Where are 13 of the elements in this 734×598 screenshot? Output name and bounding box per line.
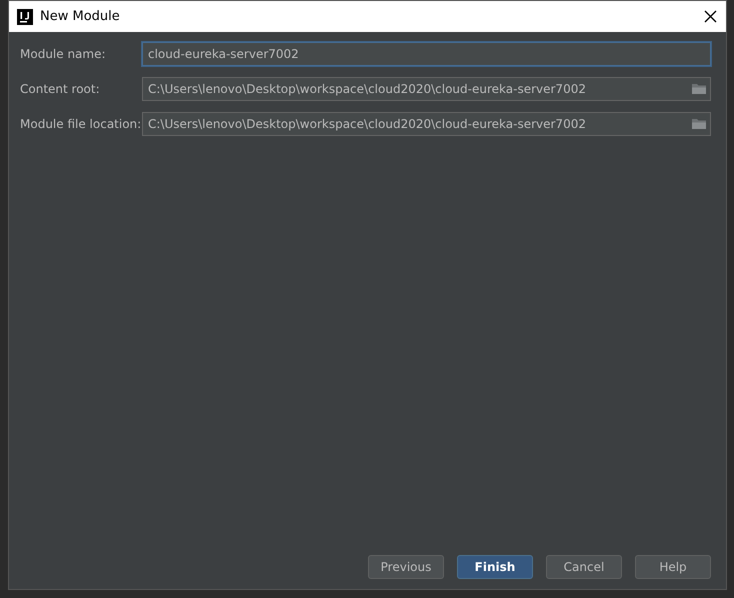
input-field[interactable]: cloud-eureka-server7002 [142,42,711,66]
input-field[interactable]: C:\Users\lenovo\Desktop\workspace\cloud2020\cloud-eureka-server7002 [142,77,711,101]
field-label: Content root: [20,82,101,96]
help-button[interactable]: Help [635,555,711,579]
field-label: Module name: [20,47,107,61]
window-title: New Module [40,9,121,24]
app-logo-icon [17,8,33,24]
input-field[interactable]: C:\Users\lenovo\Desktop\workspace\cloud2020\cloud-eureka-server7002 [142,112,711,136]
close-button[interactable] [702,8,718,24]
finish-button[interactable]: Finish [457,555,533,579]
previous-button[interactable]: Previous [368,555,444,579]
field-label: Module file location: [20,117,142,131]
cancel-button[interactable]: Cancel [546,555,622,579]
